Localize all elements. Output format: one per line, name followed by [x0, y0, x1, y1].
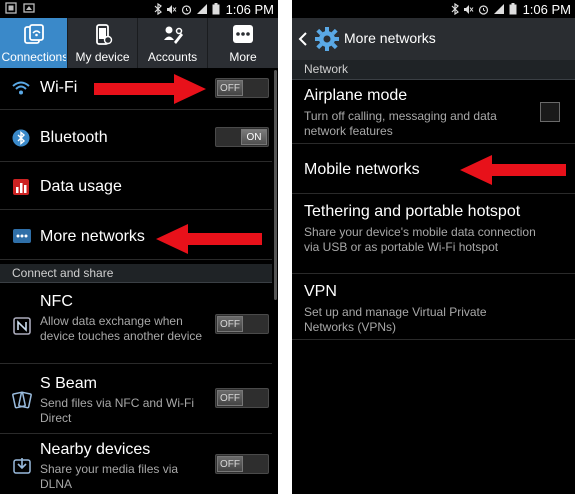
- tethering-title: Tethering and portable hotspot: [304, 203, 521, 220]
- signal-icon: [493, 4, 504, 14]
- nfc-title: NFC: [40, 293, 73, 310]
- status-time: 1:06 PM: [225, 1, 274, 17]
- nearby-devices-title: Nearby devices: [40, 441, 151, 458]
- vpn-row[interactable]: VPN Set up and manage Virtual Private Ne…: [292, 276, 575, 340]
- tab-my-device-label: My device: [75, 50, 130, 64]
- data-usage-icon: [13, 179, 29, 195]
- battery-icon: [212, 3, 220, 15]
- alarm-icon: [478, 4, 488, 15]
- alarm-icon: [181, 4, 191, 15]
- page-title: More networks: [344, 30, 436, 46]
- vpn-title: VPN: [304, 283, 337, 300]
- accounts-icon: [163, 26, 183, 44]
- nfc-row[interactable]: NFC Allow data exchange when device touc…: [0, 284, 272, 364]
- bluetooth-status-icon: [154, 3, 162, 15]
- back-chevron-icon[interactable]: [298, 31, 308, 47]
- connect-and-share-label: Connect and share: [12, 266, 114, 280]
- nearby-devices-subtitle: Share your media files via DLNA: [40, 462, 179, 491]
- scrollbar[interactable]: [274, 70, 277, 300]
- mute-icon: [463, 4, 473, 14]
- nfc-icon: [13, 317, 31, 335]
- airplane-mode-subtitle: Turn off calling, messaging and data net…: [304, 109, 497, 138]
- gear-icon[interactable]: [314, 26, 340, 52]
- wifi-title: Wi-Fi: [40, 79, 78, 96]
- arrow-to-mobile-networks: [460, 155, 566, 185]
- tab-my-device[interactable]: My device: [68, 18, 138, 68]
- bluetooth-icon: [12, 129, 30, 147]
- more-networks-title: More networks: [40, 228, 145, 245]
- action-bar: More networks: [292, 18, 575, 60]
- tab-connections-label: Connections: [1, 50, 66, 64]
- wifi-toggle-state: OFF: [217, 80, 243, 96]
- connections-icon: [23, 24, 44, 44]
- settings-notification-icon: [5, 2, 17, 14]
- signal-icon: [196, 4, 207, 14]
- my-device-icon: [95, 24, 112, 45]
- status-bar-right: 1:06 PM: [292, 0, 575, 18]
- bluetooth-row[interactable]: Bluetooth ON: [0, 118, 272, 162]
- network-label: Network: [304, 62, 349, 76]
- settings-tabs: Connections My device Accounts More: [0, 18, 278, 68]
- tab-accounts-label: Accounts: [147, 50, 198, 64]
- nearby-devices-toggle-state: OFF: [217, 456, 243, 472]
- mobile-networks-title: Mobile networks: [304, 161, 420, 178]
- nfc-subtitle: Allow data exchange when device touches …: [40, 314, 203, 343]
- s-beam-subtitle: Send files via NFC and Wi-Fi Direct: [40, 396, 195, 425]
- nearby-devices-toggle[interactable]: OFF: [215, 454, 269, 474]
- airplane-mode-checkbox[interactable]: [540, 102, 560, 122]
- battery-icon: [509, 3, 517, 15]
- left-screen: 1:06 PM Connections My device Accounts M…: [0, 0, 278, 494]
- s-beam-toggle-state: OFF: [217, 390, 243, 406]
- vpn-subtitle: Set up and manage Virtual Private Networ…: [304, 305, 487, 334]
- bluetooth-toggle-state: ON: [241, 129, 267, 145]
- arrow-to-more-networks: [156, 224, 262, 254]
- data-usage-row[interactable]: Data usage: [0, 166, 272, 210]
- notification-icon: [23, 3, 35, 13]
- tethering-row[interactable]: Tethering and portable hotspot Share you…: [292, 196, 575, 274]
- more-networks-icon: [13, 229, 31, 243]
- s-beam-row[interactable]: S Beam Send files via NFC and Wi-Fi Dire…: [0, 366, 272, 434]
- data-usage-title: Data usage: [40, 178, 122, 195]
- right-screen: 1:06 PM More networks Network Airplane m…: [292, 0, 575, 494]
- wifi-icon: [12, 81, 30, 95]
- connect-and-share-header: Connect and share: [0, 264, 272, 283]
- tab-more[interactable]: More: [208, 18, 278, 68]
- tab-connections[interactable]: Connections: [0, 18, 68, 68]
- bluetooth-title: Bluetooth: [40, 129, 108, 146]
- nfc-toggle-state: OFF: [217, 316, 243, 332]
- s-beam-toggle[interactable]: OFF: [215, 388, 269, 408]
- mute-icon: [166, 4, 176, 14]
- status-bar: 1:06 PM: [0, 0, 278, 18]
- bluetooth-status-icon: [451, 3, 459, 15]
- tab-more-label: More: [229, 50, 257, 64]
- tethering-subtitle: Share your device's mobile data connecti…: [304, 225, 536, 254]
- s-beam-title: S Beam: [40, 375, 97, 392]
- tab-accounts[interactable]: Accounts: [138, 18, 208, 68]
- status-time: 1:06 PM: [522, 1, 571, 17]
- nearby-devices-icon: [13, 458, 31, 474]
- wifi-toggle[interactable]: OFF: [215, 78, 269, 98]
- airplane-mode-row[interactable]: Airplane mode Turn off calling, messagin…: [292, 80, 575, 144]
- arrow-to-wifi-toggle: [94, 74, 206, 104]
- airplane-mode-title: Airplane mode: [304, 87, 408, 104]
- network-header: Network: [292, 60, 575, 80]
- s-beam-icon: [12, 391, 32, 409]
- nfc-toggle[interactable]: OFF: [215, 314, 269, 334]
- bluetooth-toggle[interactable]: ON: [215, 127, 269, 147]
- nearby-devices-row[interactable]: Nearby devices Share your media files vi…: [0, 434, 272, 494]
- more-icon: [233, 25, 253, 43]
